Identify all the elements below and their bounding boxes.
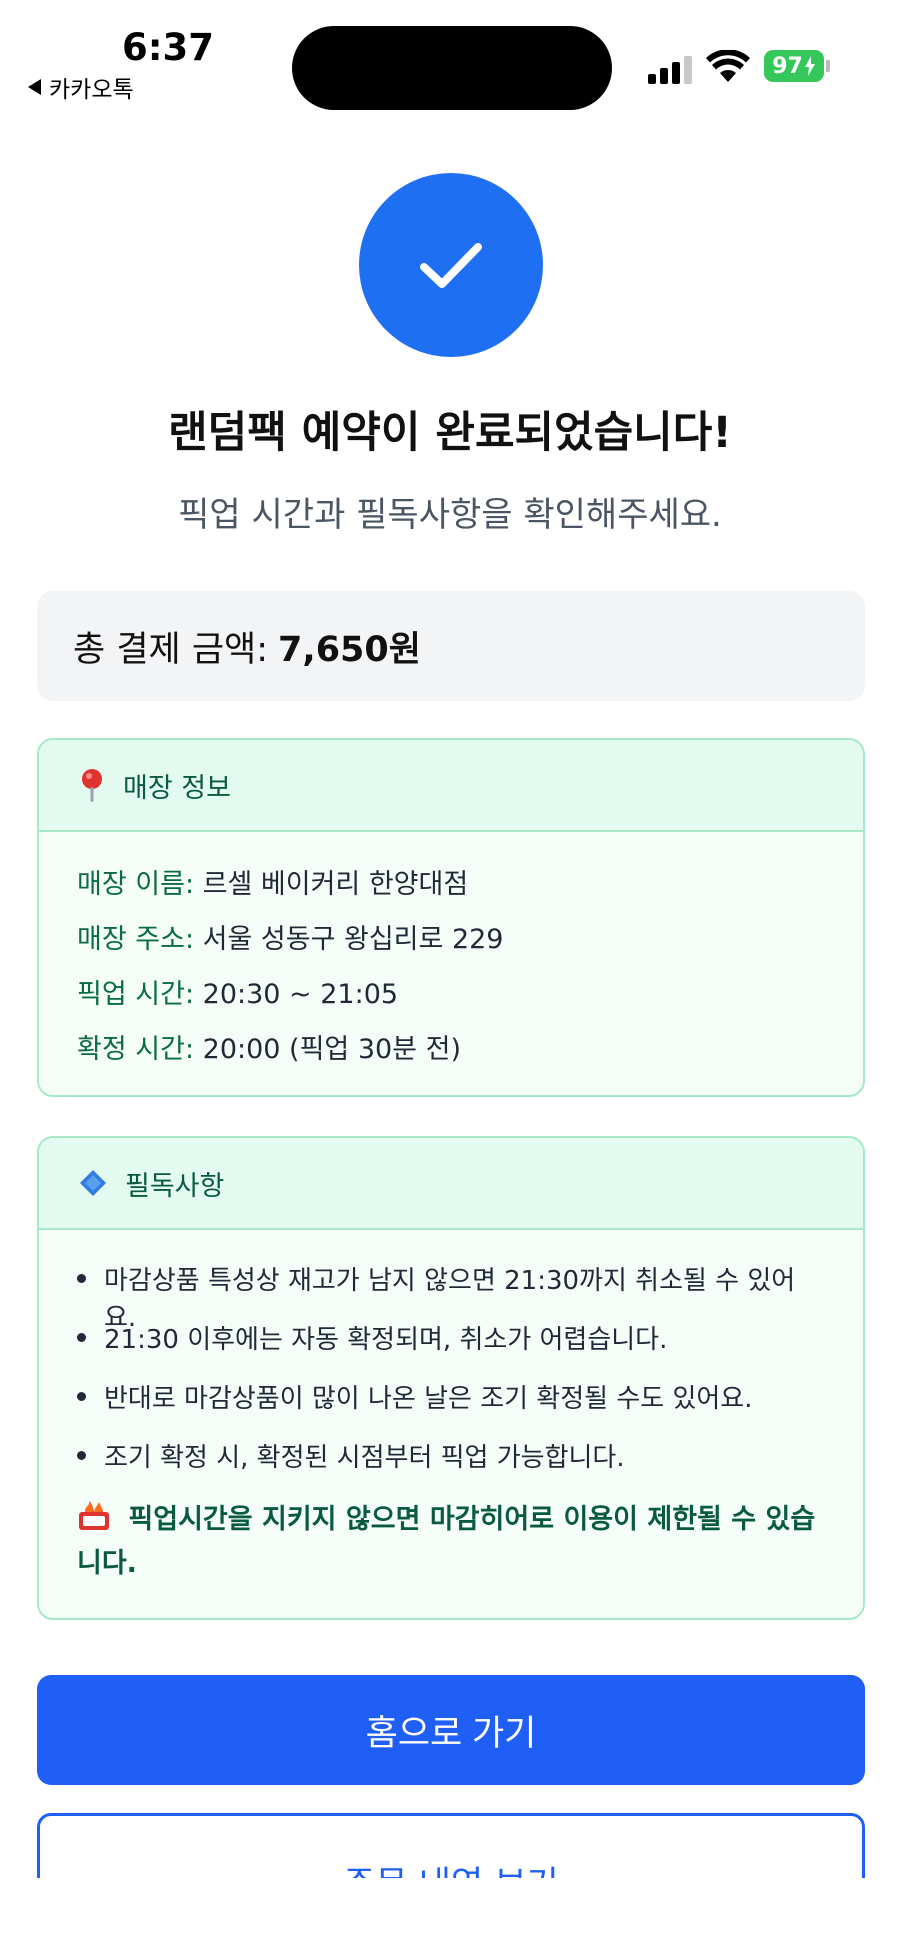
- status-bar: 6:37 카카오톡 97: [0, 0, 900, 120]
- store-name-value: 르셀 베이커리 한양대점: [202, 869, 469, 900]
- store-name-label: 매장 이름:: [77, 869, 195, 900]
- confirm-time-label: 확정 시간:: [77, 1034, 195, 1065]
- pickup-time-label: 픽업 시간:: [77, 979, 195, 1010]
- store-info-title: 매장 정보: [123, 772, 231, 804]
- notice-header: 필독사항: [39, 1138, 863, 1230]
- page-subtitle: 픽업 시간과 필독사항을 확인해주세요.: [178, 495, 722, 535]
- bottom-mask: [0, 1878, 900, 1951]
- back-to-app-link[interactable]: 카카오톡: [28, 70, 134, 104]
- battery-level: 97: [772, 53, 803, 79]
- confirm-time-value: 20:00 (픽업 30분 전): [202, 1034, 461, 1065]
- wifi-icon: [706, 50, 750, 82]
- total-label: 총 결제 금액:: [73, 629, 269, 670]
- warning-message: 픽업시간을 지키지 않으면 마감히어로 이용이 제한될 수 있습니다.: [77, 1504, 816, 1579]
- back-triangle-icon: [28, 79, 41, 95]
- status-time: 6:37: [122, 26, 215, 69]
- store-info-card: 매장 정보 매장 이름: 르셀 베이커리 한양대점 매장 주소: 서울 성동구 …: [37, 738, 865, 1097]
- warning-text: 픽업시간을 지키지 않으면 마감히어로 이용이 제한될 수 있습니다.: [77, 1500, 825, 1584]
- bullet-icon: [77, 1333, 86, 1342]
- bullet-icon: [77, 1451, 86, 1460]
- total-payment-box: 총 결제 금액: 7,650원: [37, 591, 865, 701]
- page-title: 랜덤팩 예약이 완료되었습니다!: [168, 408, 732, 458]
- notice-title: 필독사항: [125, 1170, 225, 1202]
- store-address-label: 매장 주소:: [77, 924, 195, 955]
- pin-icon: [79, 768, 105, 802]
- reservation-complete-page: 6:37 카카오톡 97 랜덤팩 예약이 완료되었습니다! 픽업 시간과 필독사…: [0, 0, 900, 1951]
- store-address-value: 서울 성동구 왕십리로 229: [202, 924, 504, 955]
- store-name-row: 매장 이름: 르셀 베이커리 한양대점: [77, 862, 863, 917]
- notice-card: 필독사항 마감상품 특성상 재고가 남지 않으면 21:30까지 취소될 수 있…: [37, 1136, 865, 1620]
- notice-item: 조기 확정 시, 확정된 시점부터 픽업 가능합니다.: [77, 1437, 825, 1496]
- store-info-header: 매장 정보: [39, 740, 863, 832]
- total-amount: 7,650원: [278, 629, 421, 670]
- go-home-button[interactable]: 홈으로 가기: [37, 1675, 865, 1785]
- success-check-circle: [359, 173, 543, 357]
- store-address-row: 매장 주소: 서울 성동구 왕십리로 229: [77, 917, 863, 972]
- pickup-time-row: 픽업 시간: 20:30 ~ 21:05: [77, 972, 863, 1027]
- pickup-time-value: 20:30 ~ 21:05: [202, 979, 399, 1010]
- confirm-time-row: 확정 시간: 20:00 (픽업 30분 전): [77, 1027, 863, 1082]
- dynamic-island: [292, 26, 612, 110]
- bullet-icon: [77, 1274, 86, 1283]
- battery-icon: 97: [764, 50, 824, 82]
- store-info-body: 매장 이름: 르셀 베이커리 한양대점 매장 주소: 서울 성동구 왕십리로 2…: [39, 832, 863, 1082]
- back-app-label: 카카오톡: [49, 77, 134, 103]
- check-icon: [420, 243, 482, 288]
- notice-item: 반대로 마감상품이 많이 나온 날은 조기 확정될 수도 있어요.: [77, 1378, 825, 1437]
- notice-item-text: 반대로 마감상품이 많이 나온 날은 조기 확정될 수도 있어요.: [104, 1384, 753, 1414]
- blue-diamond-icon: [79, 1169, 107, 1197]
- bullet-icon: [77, 1392, 86, 1401]
- notice-body: 마감상품 특성상 재고가 남지 않으면 21:30까지 취소될 수 있어요. 2…: [39, 1230, 863, 1584]
- notice-item: 마감상품 특성상 재고가 남지 않으면 21:30까지 취소될 수 있어요.: [77, 1260, 825, 1333]
- notice-item-text: 조기 확정 시, 확정된 시점부터 픽업 가능합니다.: [104, 1443, 625, 1473]
- notice-item-text: 21:30 이후에는 자동 확정되며, 취소가 어렵습니다.: [104, 1325, 668, 1355]
- signal-icon: [648, 56, 696, 84]
- battery-cap: [826, 60, 830, 72]
- fire-icon: [77, 1500, 111, 1544]
